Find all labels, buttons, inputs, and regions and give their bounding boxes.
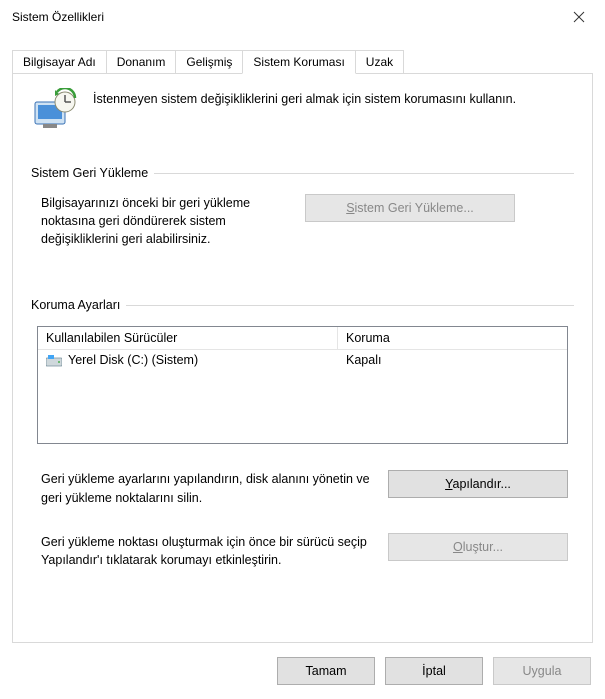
titlebar: Sistem Özellikleri [0, 0, 605, 34]
cell-drive: Yerel Disk (C:) (Sistem) [38, 350, 338, 370]
create-row: Geri yükleme noktası oluşturmak için önc… [31, 533, 574, 569]
list-header: Kullanılabilen Sürücüler Koruma [38, 327, 567, 350]
section-label-settings: Koruma Ayarları [31, 298, 126, 312]
dialog-buttons: Tamam İptal Uygula [277, 657, 591, 685]
cancel-button[interactable]: İptal [385, 657, 483, 685]
configure-row: Geri yükleme ayarlarını yapılandırın, di… [31, 470, 574, 506]
apply-button: Uygula [493, 657, 591, 685]
tab-advanced[interactable]: Gelişmiş [175, 50, 243, 74]
drives-listbox[interactable]: Kullanılabilen Sürücüler Koruma Yerel Di… [37, 326, 568, 444]
restore-description: Bilgisayarınızı önceki bir geri yükleme … [31, 194, 291, 248]
section-header-restore: Sistem Geri Yükleme [31, 166, 574, 180]
accelerator: O [453, 540, 463, 554]
tabstrip: Bilgisayar Adı Donanım Gelişmiş Sistem K… [12, 50, 593, 74]
drive-icon [46, 355, 62, 367]
intro-text: İstenmeyen sistem değişikliklerini geri … [93, 88, 516, 108]
create-description: Geri yükleme noktası oluşturmak için önc… [31, 533, 372, 569]
tab-hardware[interactable]: Donanım [106, 50, 177, 74]
button-label: luştur... [463, 540, 503, 554]
divider [154, 173, 574, 174]
button-label: apılandır... [453, 477, 511, 491]
configure-button[interactable]: Yapılandır... [388, 470, 568, 498]
drive-name-text: Yerel Disk (C:) (Sistem) [68, 353, 198, 367]
window-title: Sistem Özellikleri [12, 10, 104, 24]
divider [126, 305, 574, 306]
ok-button[interactable]: Tamam [277, 657, 375, 685]
accelerator: Y [445, 477, 452, 491]
tabpanel-system-protection: İstenmeyen sistem değişikliklerini geri … [12, 73, 593, 643]
configure-description: Geri yükleme ayarlarını yapılandırın, di… [31, 470, 372, 506]
tab-system-protection[interactable]: Sistem Koruması [242, 50, 355, 74]
accelerator: S [346, 201, 354, 215]
intro-block: İstenmeyen sistem değişikliklerini geri … [31, 88, 574, 128]
table-row[interactable]: Yerel Disk (C:) (Sistem) Kapalı [38, 350, 567, 370]
system-protection-icon [31, 88, 79, 128]
close-icon [573, 11, 585, 23]
system-restore-button: Sistem Geri Yükleme... [305, 194, 515, 222]
tab-computer-name[interactable]: Bilgisayar Adı [12, 50, 107, 74]
tab-remote[interactable]: Uzak [355, 50, 404, 74]
cell-protection: Kapalı [338, 350, 567, 370]
button-label: istem Geri Yükleme... [355, 201, 474, 215]
section-header-settings: Koruma Ayarları [31, 298, 574, 312]
restore-row: Bilgisayarınızı önceki bir geri yükleme … [31, 194, 574, 248]
column-header-drives[interactable]: Kullanılabilen Sürücüler [38, 327, 338, 349]
create-button: Oluştur... [388, 533, 568, 561]
section-label-restore: Sistem Geri Yükleme [31, 166, 154, 180]
close-button[interactable] [565, 3, 593, 31]
column-header-protection[interactable]: Koruma [338, 327, 567, 349]
